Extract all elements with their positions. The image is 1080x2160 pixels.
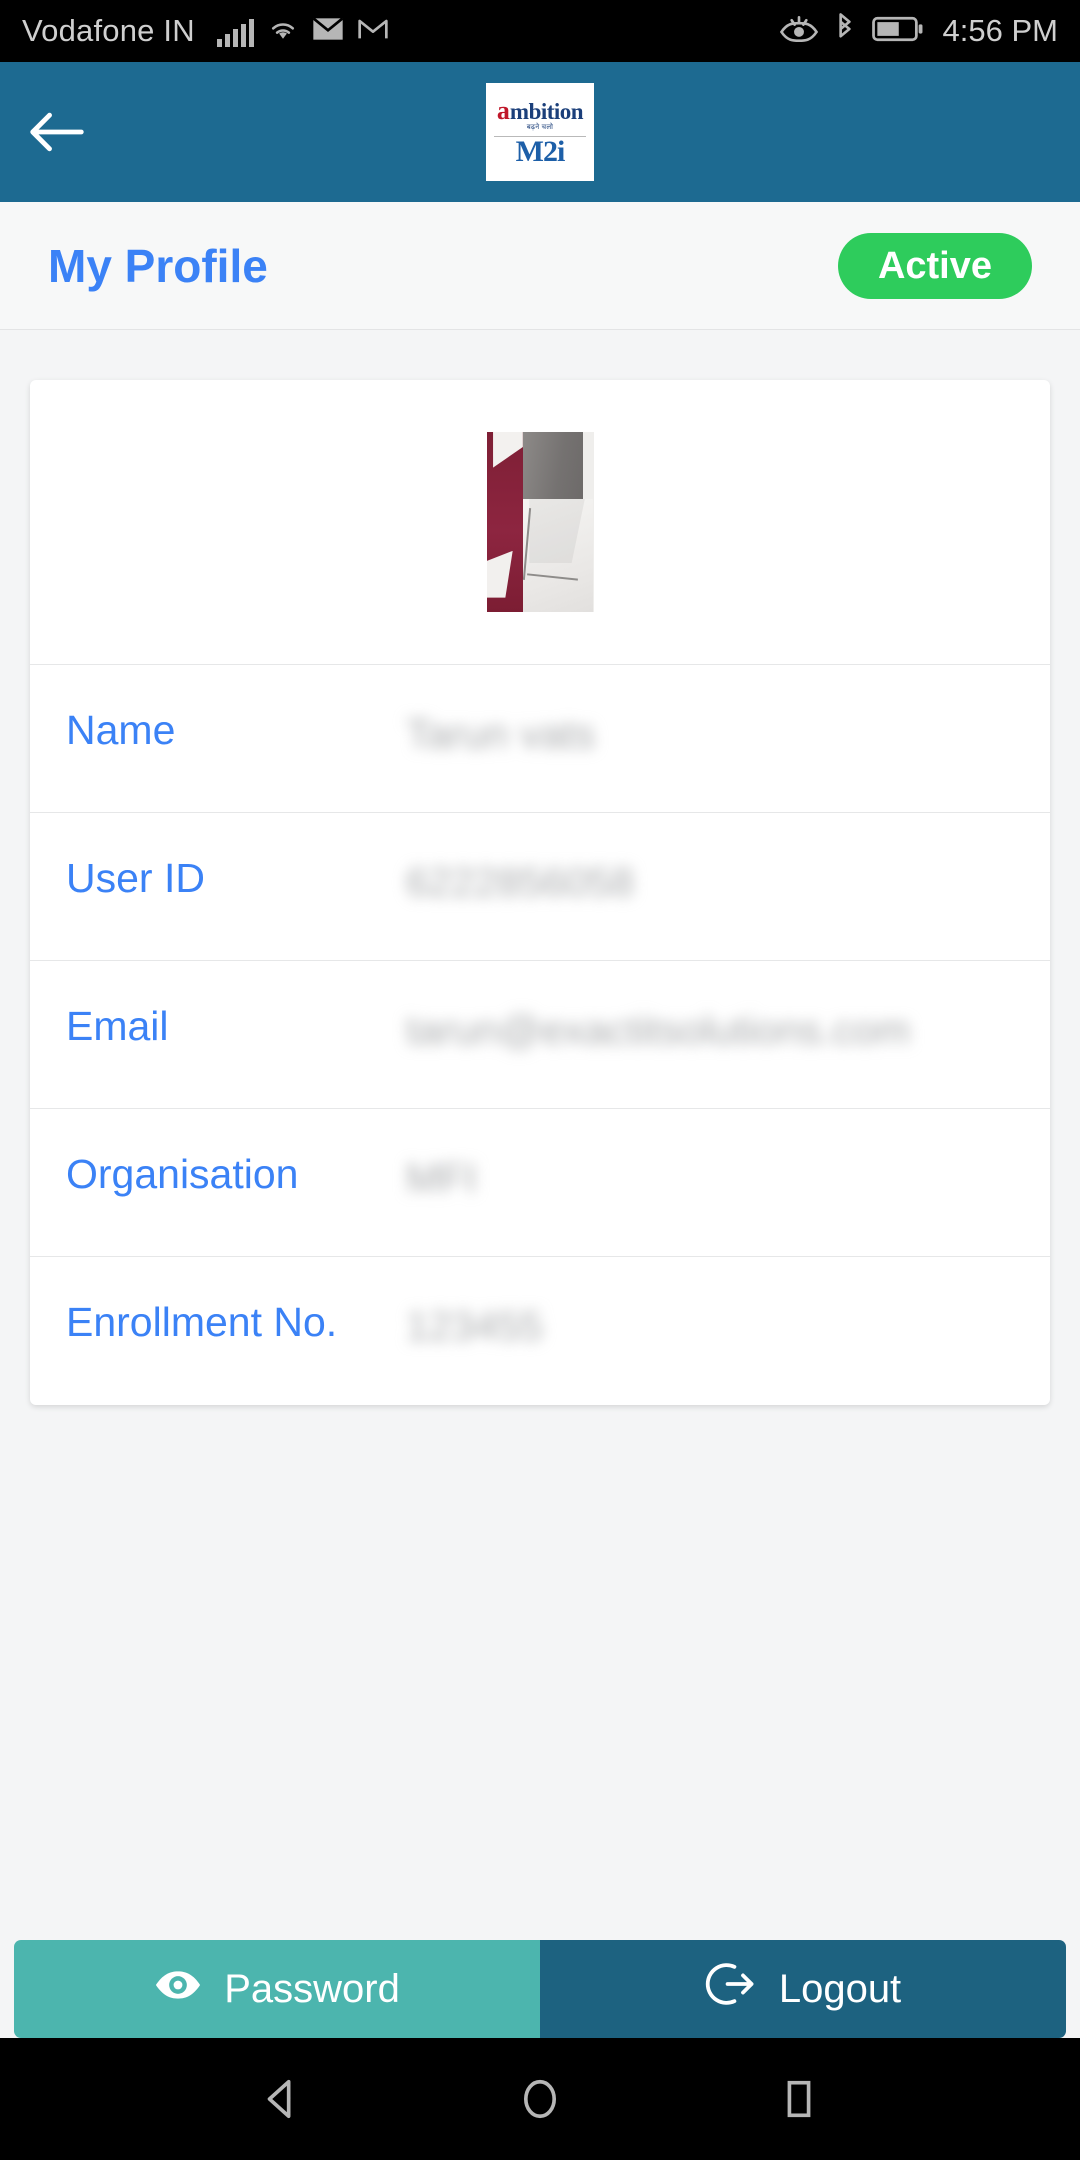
field-value: tarun@exactitsolutions.com (406, 1007, 911, 1053)
status-bar: Vodafone IN 4:56 PM (0, 0, 1080, 62)
password-button-label: Password (224, 1966, 400, 2011)
field-label: Email (66, 1003, 169, 1049)
field-label: Enrollment No. (66, 1299, 338, 1345)
table-row: Organisation MFI (30, 1109, 1050, 1257)
status-right-icons: 4:56 PM (779, 12, 1058, 50)
field-value: 123455 (406, 1303, 543, 1349)
field-label: User ID (66, 855, 205, 901)
logo-word: mbition (509, 98, 584, 124)
logout-button-label: Logout (778, 1966, 902, 2011)
profile-photo[interactable] (486, 432, 594, 612)
status-left-icons (216, 16, 389, 47)
table-row: Enrollment No. 123455 (30, 1257, 1050, 1405)
nav-back-button[interactable] (244, 2062, 318, 2136)
status-badge: Active (837, 232, 1032, 299)
signal-bars-icon (216, 18, 254, 47)
eye-care-icon (779, 14, 818, 49)
table-row: Name Tarun vats (30, 665, 1050, 813)
table-row: Email tarun@exactitsolutions.com (30, 961, 1050, 1109)
field-value: Tarun vats (406, 711, 596, 757)
field-label: Name (66, 707, 176, 753)
wifi-icon (267, 16, 299, 47)
table-row: User ID 6222856058 (30, 813, 1050, 961)
android-nav-bar (0, 2038, 1080, 2160)
page-title-bar: My Profile Active (0, 202, 1080, 330)
gmail-icon (357, 16, 389, 47)
carrier-label: Vodafone IN (22, 13, 195, 48)
nav-recents-button[interactable] (762, 2062, 836, 2136)
password-button[interactable]: Password (14, 1940, 540, 2038)
logo-tagline: बढ़ने चलो (526, 124, 554, 132)
profile-photo-section (30, 380, 1050, 665)
action-bar: Password Logout (14, 1940, 1066, 2038)
app-logo: a mbition बढ़ने चलो M2i (486, 83, 594, 181)
battery-icon (871, 15, 924, 48)
clock-label: 4:56 PM (942, 13, 1058, 48)
nav-home-button[interactable] (503, 2062, 577, 2136)
logo-initial: a (496, 95, 510, 125)
logout-button[interactable]: Logout (540, 1940, 1066, 2038)
bluetooth-icon (833, 12, 857, 50)
logout-icon (705, 1960, 757, 2018)
page-title: My Profile (48, 239, 268, 292)
email-icon (312, 16, 344, 47)
field-value: 6222856058 (406, 859, 635, 905)
profile-card: Name Tarun vats User ID 6222856058 Email… (30, 380, 1050, 1405)
field-label: Organisation (66, 1151, 299, 1197)
app-bar: a mbition बढ़ने चलो M2i (0, 62, 1080, 202)
eye-icon (154, 1967, 202, 2012)
field-value: MFI (406, 1155, 477, 1201)
back-button[interactable] (22, 97, 92, 167)
logo-sub-brand: M2i (515, 135, 566, 169)
